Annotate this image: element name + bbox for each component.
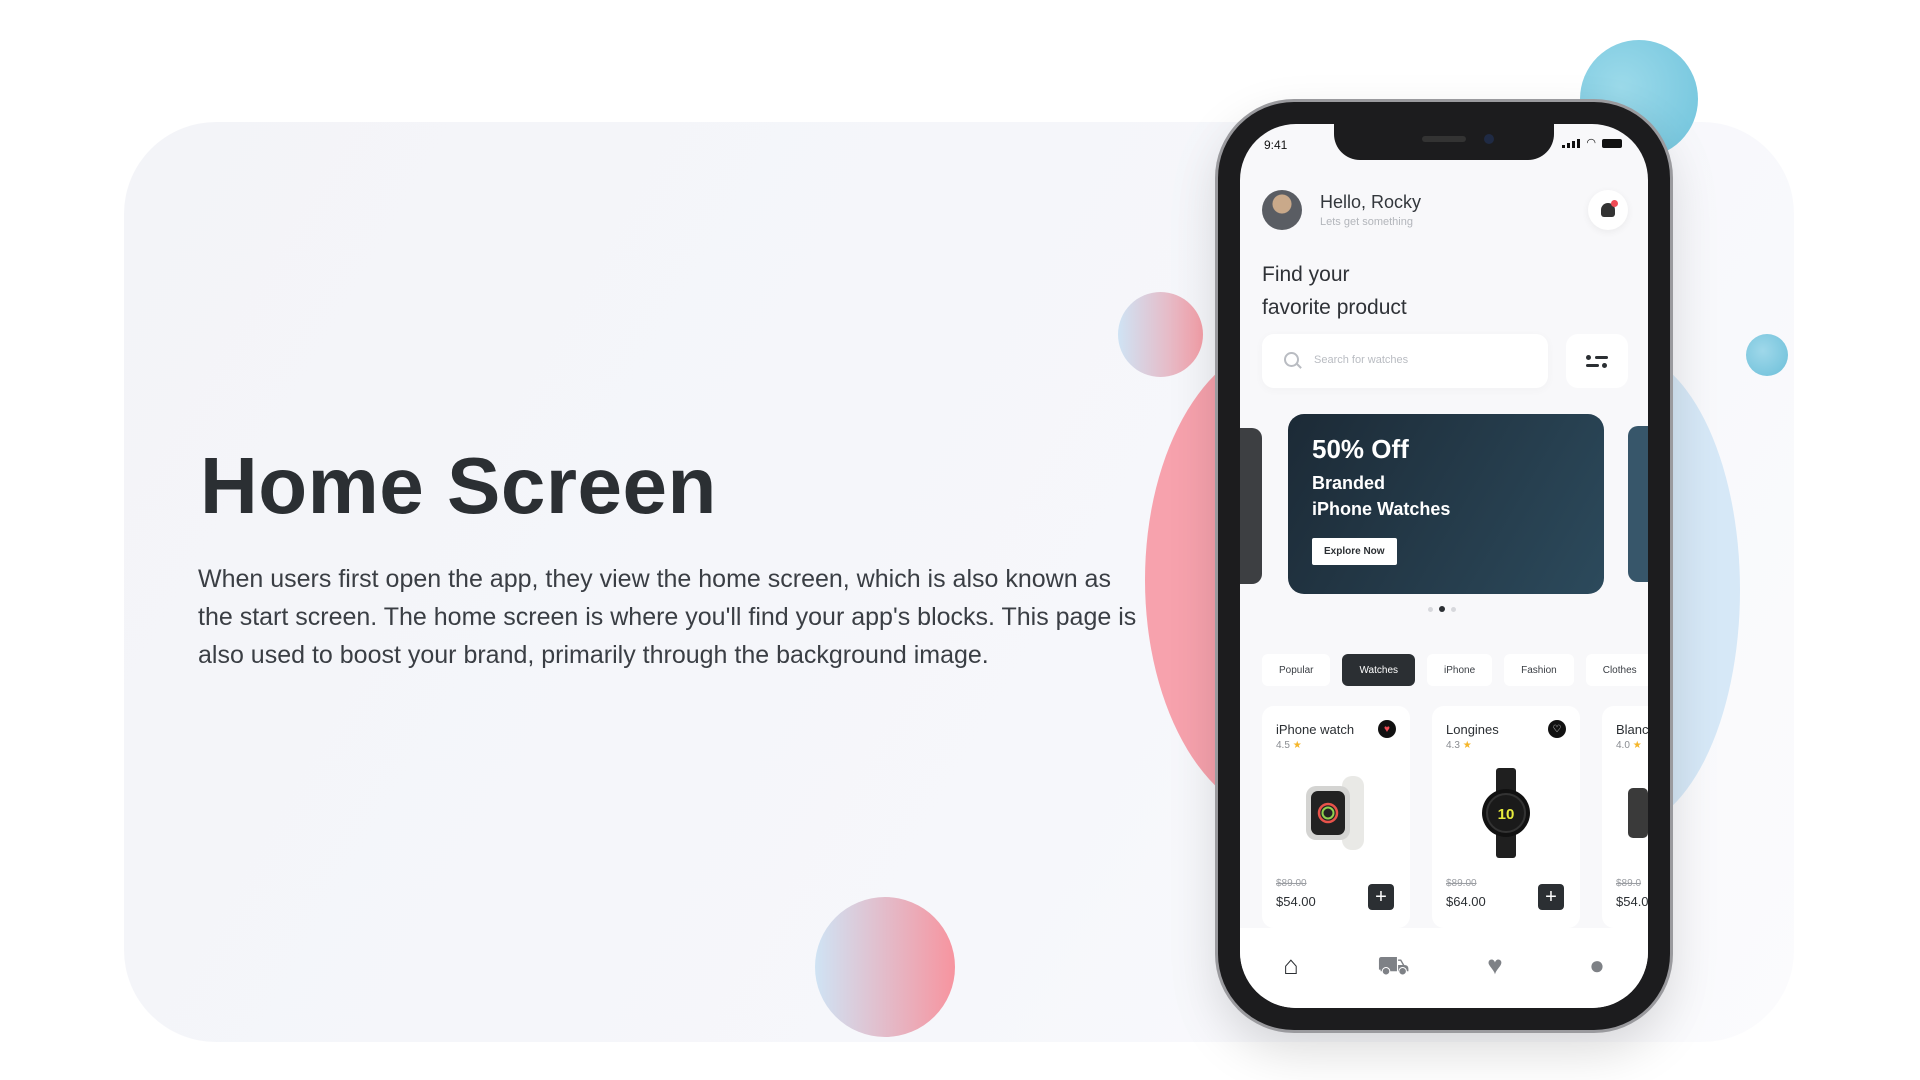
headline-line-2: favorite product [1262,296,1407,319]
carousel-dots [1428,606,1456,612]
favorites-icon[interactable]: ♥ [1479,949,1511,981]
promo-banner[interactable]: 50% Off Branded iPhone Watches Explore N… [1288,414,1604,594]
product-price: $64.00 [1446,894,1486,909]
wifi-icon: ◠ [1586,137,1596,149]
product-old-price: $89.0 [1616,878,1642,889]
status-icons: ◠ [1562,137,1622,149]
category-chip-clothes[interactable]: Clothes [1585,654,1648,686]
decor-circle-gradient-small [1118,292,1203,377]
product-old-price: $89.00 [1276,878,1307,889]
category-chip-fashion[interactable]: Fashion [1504,654,1574,686]
bottom-navigation: ⌂ ⛟ ♥ ● [1240,928,1648,1008]
cart-icon[interactable]: ⛟ [1377,949,1410,981]
filter-icon [1586,353,1608,369]
product-price: $54.0 [1616,894,1648,909]
product-name: iPhone watch [1276,722,1355,737]
watch-image [1628,788,1648,838]
phone-screen: 9:41 ◠ Hello, Rocky Lets get something F… [1240,124,1648,1008]
search-icon [1284,352,1299,367]
notification-dot [1611,200,1618,207]
search-placeholder: Search for watches [1314,354,1409,366]
search-input[interactable]: Search for watches [1262,334,1548,388]
product-rating: 4.3 ★ [1446,740,1472,751]
phone-notch [1334,124,1554,160]
heart-outline-icon[interactable]: ♡ [1548,720,1566,738]
filter-button[interactable] [1566,334,1628,388]
banner-text: Branded iPhone Watches [1312,470,1450,522]
carousel-dot[interactable] [1428,606,1433,612]
category-chip-iphone[interactable]: iPhone [1427,654,1493,686]
decor-circle-blue-small [1746,334,1788,376]
apple-watch-image [1306,776,1364,850]
page-headline: Find your favorite product [1262,258,1407,324]
watch-face-number: 10 [1498,806,1515,823]
avatar[interactable] [1262,190,1302,230]
product-rating: 4.5 ★ [1276,740,1302,751]
battery-icon [1602,138,1622,148]
bell-icon [1601,200,1618,217]
product-price: $54.00 [1276,894,1316,909]
home-icon[interactable]: ⌂ [1275,949,1307,981]
greeting: Hello, Rocky [1320,192,1422,212]
product-rating: 4.0 ★ [1616,740,1642,751]
slide-description: When users first open the app, they view… [198,565,1137,669]
profile-icon[interactable]: ● [1581,949,1613,981]
camera [1484,134,1494,144]
banner-prev-peek[interactable] [1240,428,1262,584]
star-icon: ★ [1632,740,1642,751]
product-name: Blanc [1616,722,1648,737]
notification-button[interactable] [1588,190,1628,230]
headline-line-1: Find your [1262,263,1350,286]
category-chips: Popular Watches iPhone Fashion Clothes [1262,654,1648,686]
banner-next-peek[interactable] [1628,426,1648,582]
status-time: 9:41 [1264,138,1288,152]
add-to-cart-button[interactable]: + [1368,884,1394,910]
explore-now-button[interactable]: Explore Now [1312,538,1397,565]
carousel-dot[interactable] [1451,606,1456,612]
category-chip-watches[interactable]: Watches [1342,654,1415,686]
speaker [1422,136,1466,142]
product-card[interactable]: Blanc 4.0 ★ $89.0 $54.0 [1602,706,1648,928]
carousel-dot-active[interactable] [1439,606,1445,612]
category-chip-popular[interactable]: Popular [1262,654,1331,686]
product-card[interactable]: Longines 4.3 ★ ♡ 10 $89.00 $64.00 + [1432,706,1580,928]
product-name: Longines [1446,722,1499,737]
greeting-subtitle: Lets get something [1320,216,1413,228]
star-icon: ★ [1292,740,1302,751]
add-to-cart-button[interactable]: + [1538,884,1564,910]
banner-line-1: Branded [1312,473,1386,493]
star-icon: ★ [1462,740,1472,751]
banner-discount: 50% Off [1312,434,1409,464]
phone-mockup: 9:41 ◠ Hello, Rocky Lets get something F… [1218,102,1670,1030]
longines-watch-image: 10 [1482,768,1530,858]
banner-line-2: iPhone Watches [1312,499,1451,519]
signal-icon [1562,138,1581,148]
product-card[interactable]: iPhone watch 4.5 ★ ♥ $89.00 $54.00 + [1262,706,1410,928]
heart-icon[interactable]: ♥ [1378,720,1396,738]
product-old-price: $89.00 [1446,878,1477,889]
decor-circle-gradient-bottom [815,897,955,1037]
slide-title: Home Screen [200,441,717,530]
